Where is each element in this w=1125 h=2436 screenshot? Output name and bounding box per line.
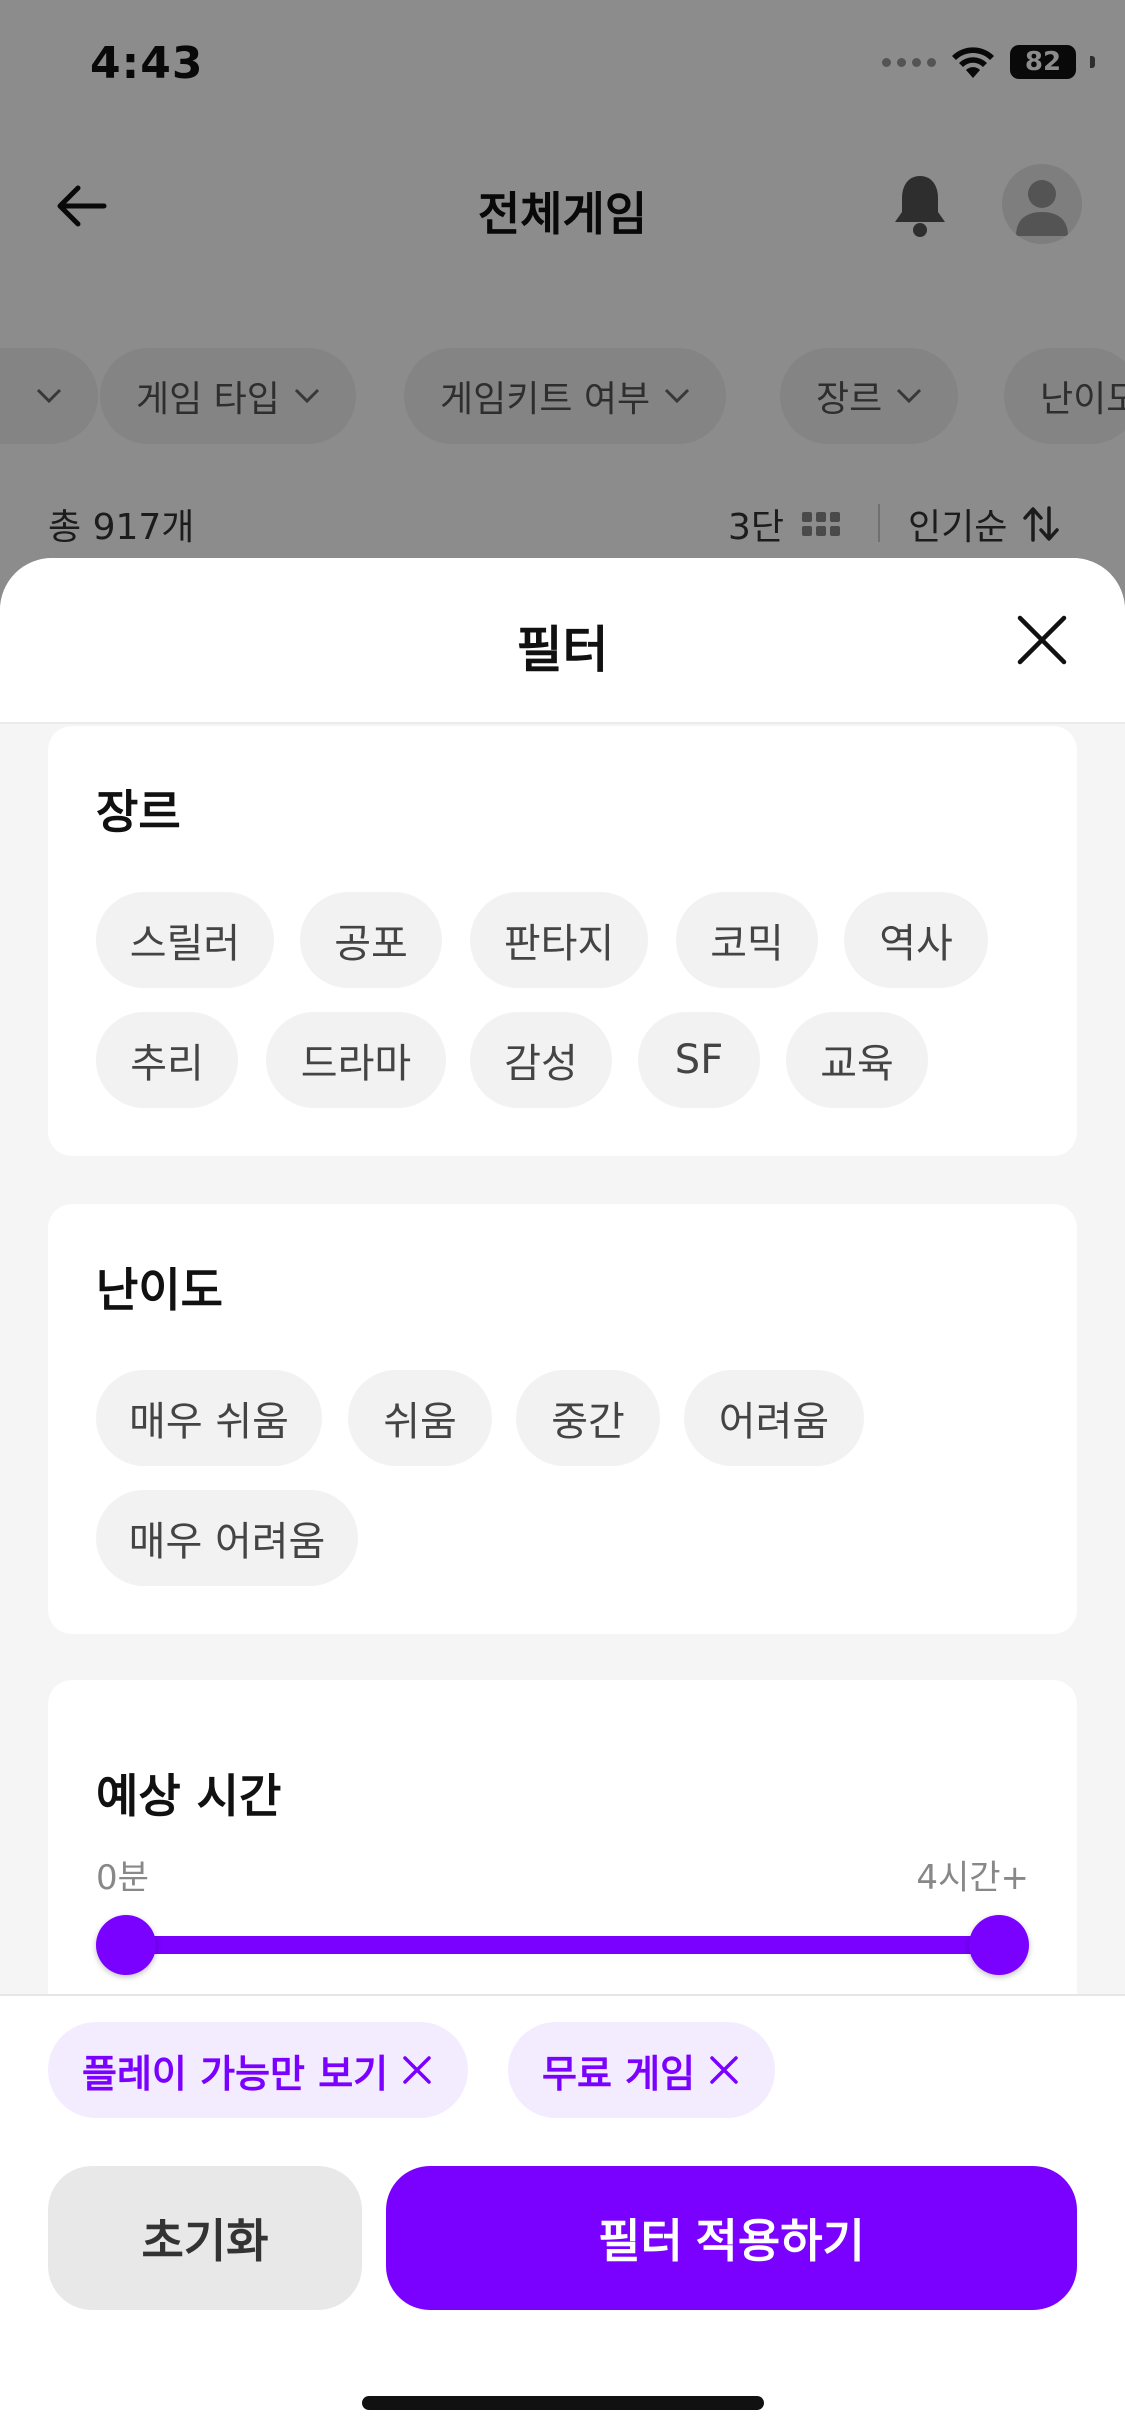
range-slider-min-handle[interactable] [96, 1915, 156, 1975]
active-filter-free[interactable]: 무료 게임 [508, 2022, 776, 2118]
range-max-label: 4시간+ [916, 1858, 1029, 1898]
difficulty-card: 난이도 매우 쉬움 쉬움 중간 어려움 매우 어려움 [48, 1204, 1077, 1634]
active-filter-label: 플레이 가능만 보기 [82, 2051, 389, 2096]
difficulty-tag-very-hard[interactable]: 매우 어려움 [96, 1490, 358, 1586]
genre-title: 장르 [96, 785, 181, 839]
active-filter-label: 무료 게임 [542, 2051, 696, 2096]
sheet-title: 필터 [516, 621, 609, 679]
home-indicator [362, 2396, 764, 2410]
difficulty-tag-medium[interactable]: 중간 [516, 1370, 660, 1466]
sheet-header: 필터 [0, 558, 1125, 724]
remove-filter-icon[interactable] [400, 2053, 434, 2087]
reset-button[interactable]: 초기화 [48, 2166, 362, 2310]
range-slider-track[interactable] [126, 1936, 999, 1954]
genre-card: 장르 스릴러 공포 판타지 코믹 역사 추리 드라마 감성 SF 교육 [48, 726, 1077, 1156]
range-slider-max-handle[interactable] [969, 1915, 1029, 1975]
difficulty-tag-hard[interactable]: 어려움 [684, 1370, 864, 1466]
genre-tag-comic[interactable]: 코믹 [676, 892, 818, 988]
genre-tag-education[interactable]: 교육 [786, 1012, 928, 1108]
genre-tag-mystery[interactable]: 추리 [96, 1012, 238, 1108]
genre-tag-horror[interactable]: 공포 [300, 892, 442, 988]
range-min-label: 0분 [96, 1858, 149, 1898]
difficulty-tag-easy[interactable]: 쉬움 [348, 1370, 492, 1466]
difficulty-tag-very-easy[interactable]: 매우 쉬움 [96, 1370, 322, 1466]
difficulty-title: 난이도 [96, 1263, 223, 1317]
genre-tag-thriller[interactable]: 스릴러 [96, 892, 274, 988]
dim-overlay[interactable] [0, 0, 1125, 620]
time-title: 예상 시간 [96, 1769, 282, 1823]
range-labels: 0분 4시간+ [96, 1850, 1029, 1898]
genre-tag-emotional[interactable]: 감성 [470, 1012, 612, 1108]
app-root: 4:43 82 전체게임 게임 타입 게임키트 여부 장르 난이도 총 917개… [0, 0, 1125, 2436]
close-icon[interactable] [1012, 610, 1072, 670]
active-filter-playable[interactable]: 플레이 가능만 보기 [48, 2022, 469, 2118]
sheet-footer: 플레이 가능만 보기 무료 게임 초기화 필터 적용하기 [0, 1994, 1125, 2436]
apply-filter-button[interactable]: 필터 적용하기 [386, 2166, 1077, 2310]
filter-sheet: 필터 장르 스릴러 공포 판타지 코믹 역사 추리 드라마 감성 SF 교육 난… [0, 558, 1125, 2436]
genre-tag-fantasy[interactable]: 판타지 [470, 892, 648, 988]
genre-tag-history[interactable]: 역사 [844, 892, 988, 988]
genre-tag-sf[interactable]: SF [638, 1012, 760, 1108]
genre-tag-drama[interactable]: 드라마 [266, 1012, 446, 1108]
remove-filter-icon[interactable] [707, 2053, 741, 2087]
